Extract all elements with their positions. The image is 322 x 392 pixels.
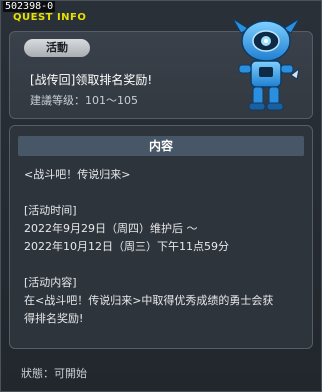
content-line: [活动时间] xyxy=(24,204,77,217)
content-line: 2022年10月12日（周三）下午11点59分 xyxy=(24,240,229,253)
quest-info-window: 502398-0 QUEST INFO 活動 [战传回]领取排名奖励! 建議等级… xyxy=(0,0,322,392)
status-label: 狀態： xyxy=(21,367,54,380)
content-line: 在<战斗吧！传说归来>中取得优秀成绩的勇士会获 xyxy=(24,294,274,307)
content-line: 得排名奖励! xyxy=(24,312,84,325)
quest-id: 502398-0 xyxy=(3,1,56,12)
content-panel: 内容 <战斗吧！传说归来> [活动时间] 2022年9月29日（周四）维护后 ～… xyxy=(9,125,313,349)
content-section-header: 内容 xyxy=(18,136,304,156)
quest-title: [战传回]领取排名奖励! xyxy=(30,73,153,87)
quest-status: 狀態：可開始 xyxy=(21,365,87,381)
content-body: <战斗吧！传说归来> [活动时间] 2022年9月29日（周四）维护后 ～ 20… xyxy=(24,166,304,328)
content-line: [活动内容] xyxy=(24,276,77,289)
robot-mascot-icon xyxy=(232,18,300,111)
window-title: QUEST INFO xyxy=(13,12,87,23)
status-value: 可開始 xyxy=(54,367,87,380)
level-label: 建議等级： xyxy=(30,94,85,107)
level-range: 101～105 xyxy=(85,94,138,107)
category-tag: 活動 xyxy=(24,39,90,57)
recommended-level: 建議等级：101～105 xyxy=(30,92,138,108)
content-line: <战斗吧！传说归来> xyxy=(24,168,131,181)
content-line: 2022年9月29日（周四）维护后 ～ xyxy=(24,222,198,235)
